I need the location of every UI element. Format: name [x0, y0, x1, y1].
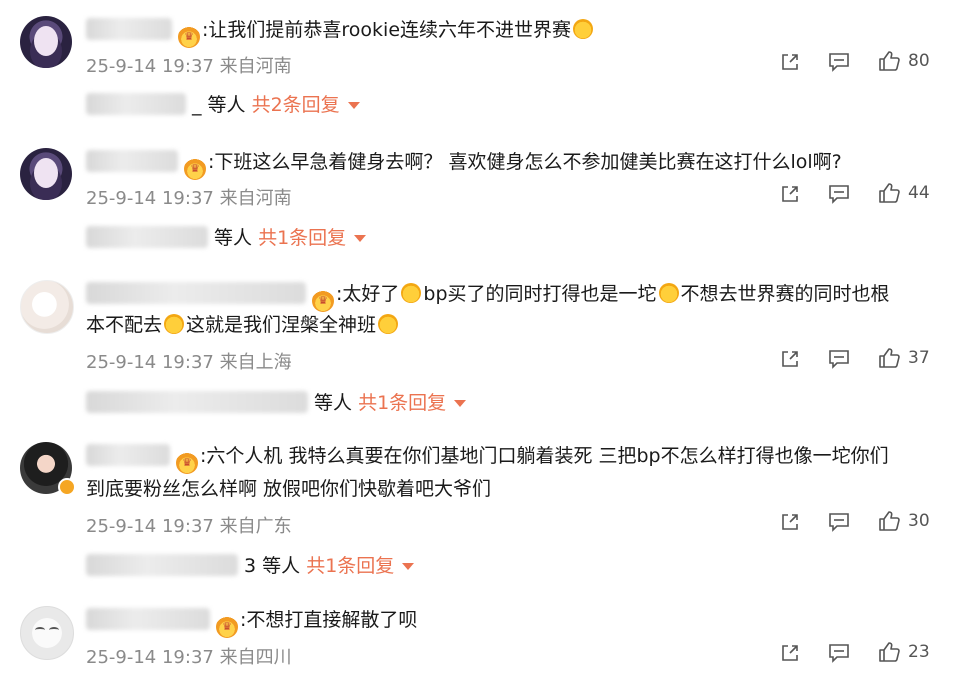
comment-text: :下班这么早急着健身去啊？ 喜欢健身怎么不参加健美比赛在这打什么lol啊? [208, 151, 842, 173]
crown-badge-icon: ♛ [184, 158, 206, 180]
crown-badge-icon: ♛ [216, 616, 238, 638]
emoji-icon [164, 314, 185, 334]
comment-text: :让我们提前恭喜rookie连续六年不进世界赛 [202, 19, 572, 41]
comment-time: 25-9-14 19:37 [86, 647, 214, 668]
comment-location: 来自上海 [219, 352, 292, 373]
comment-text-line: ♛:六个人机 我特么真要在你们基地门口躺着装死 三把bp不怎么样打得也像一坨你们 [86, 440, 930, 474]
like-icon[interactable] [878, 641, 900, 663]
like-icon[interactable] [878, 182, 900, 204]
comment-meta: 25-9-14 19:37 来自四川 [86, 643, 292, 669]
like-count: 80 [908, 51, 930, 71]
comment-location: 来自河南 [219, 188, 292, 209]
like-count: 37 [908, 348, 930, 368]
comment-icon[interactable] [828, 512, 850, 532]
replier-redacted [86, 554, 238, 576]
avatar[interactable] [20, 16, 72, 68]
avatar[interactable] [20, 280, 74, 334]
comment-icon[interactable] [828, 52, 850, 72]
comment-text: :不想打直接解散了呗 [240, 609, 418, 631]
reply-count[interactable]: 共1条回复 [306, 555, 394, 577]
username-redacted[interactable] [86, 282, 306, 304]
like-count: 44 [908, 183, 930, 203]
like-icon[interactable] [878, 510, 900, 532]
comment-time: 25-9-14 19:37 [86, 188, 214, 209]
chevron-down-icon[interactable] [354, 235, 367, 242]
comment-meta: 25-9-14 19:37 来自上海 [86, 348, 292, 374]
username-redacted[interactable] [86, 18, 172, 40]
reply-suffix: 3 等人 [244, 555, 301, 577]
like-count: 30 [908, 511, 930, 531]
replier-redacted [86, 93, 186, 115]
share-icon[interactable] [780, 52, 800, 72]
avatar[interactable] [20, 148, 72, 200]
reply-count[interactable]: 共2条回复 [252, 94, 340, 116]
chevron-down-icon[interactable] [347, 102, 360, 109]
replier-redacted [86, 391, 308, 413]
reply-count[interactable]: 共1条回复 [258, 227, 346, 249]
username-redacted[interactable] [86, 608, 210, 630]
like-icon[interactable] [878, 50, 900, 72]
comment-meta: 25-9-14 19:37 来自河南 [86, 52, 292, 78]
like-icon[interactable] [878, 347, 900, 369]
crown-badge-icon: ♛ [176, 452, 198, 474]
like-count: 23 [908, 642, 930, 662]
emoji-icon [378, 314, 399, 334]
comment-time: 25-9-14 19:37 [86, 56, 214, 77]
comment-location: 来自四川 [219, 647, 292, 668]
comment-icon[interactable] [828, 184, 850, 204]
chevron-down-icon[interactable] [402, 563, 415, 570]
comment-text-line: 本不配去 这就是我们涅槃全神班 [86, 309, 930, 342]
reply-summary[interactable]: 等人 共1条回复 [86, 388, 467, 418]
emoji-icon [658, 283, 679, 303]
comment-text-line: ♛:下班这么早急着健身去啊？ 喜欢健身怎么不参加健美比赛在这打什么lol啊? [86, 146, 930, 180]
comment-actions: 44 [770, 182, 940, 210]
comment-icon[interactable] [828, 643, 850, 663]
chevron-down-icon[interactable] [454, 400, 467, 407]
comment-time: 25-9-14 19:37 [86, 516, 214, 537]
comment-actions: 30 [770, 510, 940, 538]
comment-actions: 80 [770, 50, 940, 78]
username-redacted[interactable] [86, 444, 170, 466]
reply-suffix: _ 等人 [192, 94, 246, 116]
crown-badge-icon: ♛ [178, 26, 200, 48]
share-icon[interactable] [780, 643, 800, 663]
avatar[interactable] [20, 606, 74, 660]
comment-location: 来自河南 [219, 56, 292, 77]
reply-summary[interactable]: _ 等人 共2条回复 [86, 90, 360, 120]
share-icon[interactable] [780, 184, 800, 204]
reply-summary[interactable]: 等人 共1条回复 [86, 223, 367, 253]
share-icon[interactable] [780, 349, 800, 369]
comment-text-line: ♛:让我们提前恭喜rookie连续六年不进世界赛 [86, 14, 930, 48]
comment-icon[interactable] [828, 349, 850, 369]
reply-suffix: 等人 [214, 227, 253, 249]
comment-text: bp买了的同时打得也是一坨 [423, 283, 657, 305]
emoji-icon [401, 283, 422, 303]
username-redacted[interactable] [86, 150, 178, 172]
comment-text: :太好了 [336, 283, 400, 305]
comment-text-line: 到底要粉丝怎么样啊 放假吧你们快歇着吧大爷们 [86, 473, 930, 506]
comment-location: 来自广东 [219, 516, 292, 537]
reply-count[interactable]: 共1条回复 [358, 392, 446, 414]
comment-meta: 25-9-14 19:37 来自河南 [86, 184, 292, 210]
replier-redacted [86, 226, 208, 248]
verified-badge-icon [58, 478, 76, 496]
comment-text: 本不配去 [86, 314, 163, 336]
comment-text: 到底要粉丝怎么样啊 放假吧你们快歇着吧大爷们 [86, 478, 492, 500]
comment-meta: 25-9-14 19:37 来自广东 [86, 512, 292, 538]
comment-text: 不想去世界赛的同时也根 [680, 283, 890, 305]
comment-text: 这就是我们涅槃全神班 [186, 314, 377, 336]
comment-actions: 23 [770, 641, 940, 669]
comment-actions: 37 [770, 347, 940, 375]
comment-time: 25-9-14 19:37 [86, 352, 214, 373]
comment-text-line: ♛:不想打直接解散了呗 [86, 604, 930, 638]
emoji-icon [573, 19, 594, 39]
comment-text-line: ♛:太好了 bp买了的同时打得也是一坨 不想去世界赛的同时也根 [86, 278, 930, 312]
reply-suffix: 等人 [314, 392, 353, 414]
comment-text: :六个人机 我特么真要在你们基地门口躺着装死 三把bp不怎么样打得也像一坨你们 [200, 445, 889, 467]
reply-summary[interactable]: 3 等人 共1条回复 [86, 551, 415, 581]
share-icon[interactable] [780, 512, 800, 532]
